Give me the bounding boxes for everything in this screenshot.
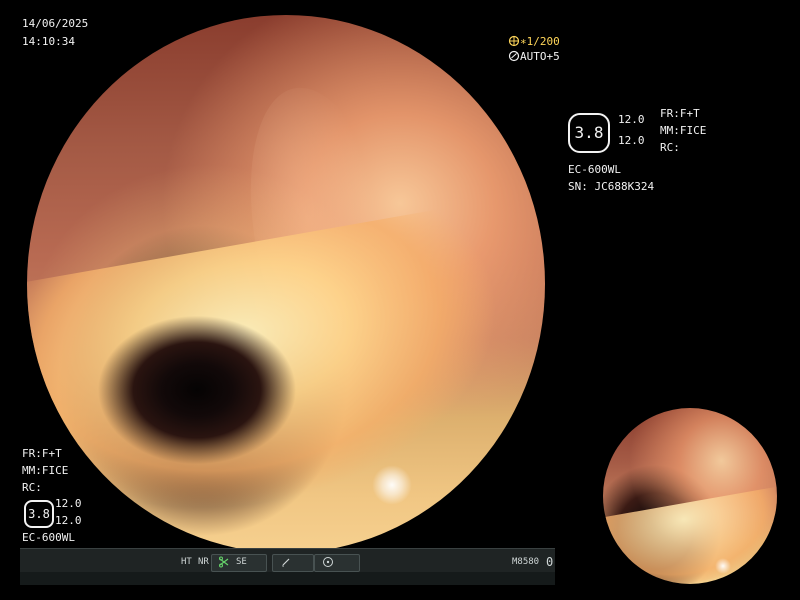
date-label: 14/06/2025: [22, 17, 89, 30]
mini-mm-label: MM:FICE: [22, 464, 69, 477]
mini-scope-badge: 3.8: [24, 500, 54, 528]
auto-exposure: AUTO+5: [520, 50, 560, 63]
light-reflection: [372, 465, 412, 505]
target-icon: [322, 556, 334, 568]
scope-badge: 3.8: [568, 113, 610, 153]
right-value-2: 12.0: [618, 134, 645, 147]
scissors-icon: [218, 556, 230, 568]
scope-model: EC-600WL: [568, 163, 621, 176]
scope-serial: SN: JC688K324: [568, 180, 655, 193]
frame-counter: 0: [546, 555, 554, 569]
time-label: 14:10:34: [22, 35, 75, 48]
mm-label: MM:FICE: [660, 124, 707, 137]
rc-label: RC:: [660, 141, 680, 154]
mini-fr-label: FR:F+T: [22, 447, 62, 460]
pencil-icon: [280, 556, 292, 568]
toolbar-row: HT NR SE M8580 0: [20, 552, 555, 572]
sub-mucosal-fold: [603, 487, 777, 584]
right-value-1: 12.0: [618, 113, 645, 126]
bottom-toolbar: HT NR SE M8580 0: [20, 548, 555, 585]
sub-light-reflection: [715, 558, 731, 574]
scope-badge-value: 3.8: [574, 123, 604, 142]
shutter-icon: [508, 35, 520, 47]
se-indicator[interactable]: SE: [230, 554, 253, 570]
toolbar-lower-strip: [20, 572, 555, 585]
mini-scope-model: EC-600WL: [22, 531, 75, 544]
mini-rc-label: RC:: [22, 481, 42, 494]
fr-label: FR:F+T: [660, 107, 700, 120]
main-endoscopy-view: [27, 15, 545, 553]
shutter-speed: ∗1/200: [520, 35, 560, 48]
mini-value-1: 12.0: [55, 497, 82, 510]
edit-control[interactable]: [272, 554, 314, 572]
target-control[interactable]: [314, 554, 360, 572]
lumen-opening: [97, 315, 297, 465]
auto-icon: [508, 50, 520, 62]
mini-scope-badge-value: 3.8: [28, 507, 50, 521]
sub-endoscopy-view: [603, 408, 777, 584]
mini-value-2: 12.0: [55, 514, 82, 527]
